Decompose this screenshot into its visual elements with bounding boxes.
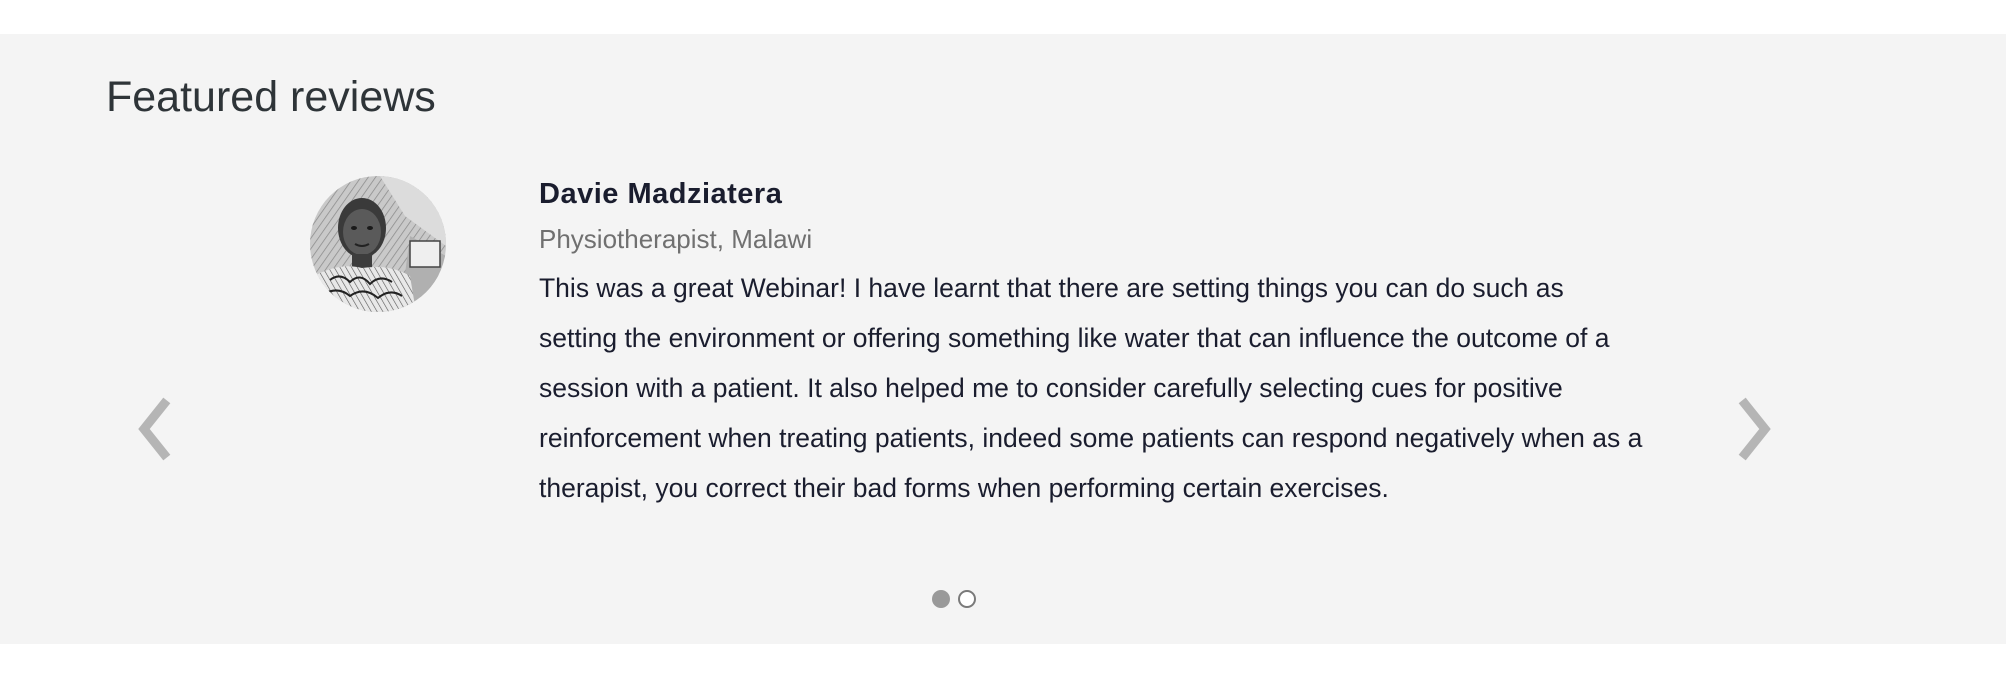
pagination-dot-1[interactable] xyxy=(932,590,950,608)
reviewer-role: Physiotherapist, Malawi xyxy=(539,223,813,254)
review-text: This was a great Webinar! I have learnt … xyxy=(539,272,1643,503)
pagination-dot-2[interactable] xyxy=(958,590,976,608)
carousel-next-button[interactable] xyxy=(1725,394,1785,474)
featured-reviews-section: Featured reviews Davie Madziatera Physio… xyxy=(0,34,2006,644)
reviewer-photo xyxy=(310,176,446,312)
avatar xyxy=(310,176,446,312)
review-card: Davie Madziatera Physiotherapist, Malawi… xyxy=(539,177,1649,513)
carousel-prev-button[interactable] xyxy=(130,394,190,474)
chevron-left-icon xyxy=(138,397,171,461)
carousel-pagination xyxy=(932,590,976,608)
reviewer-name: Davie Madziatera xyxy=(539,178,783,210)
section-title: Featured reviews xyxy=(106,73,436,121)
chevron-right-icon xyxy=(1738,397,1771,461)
